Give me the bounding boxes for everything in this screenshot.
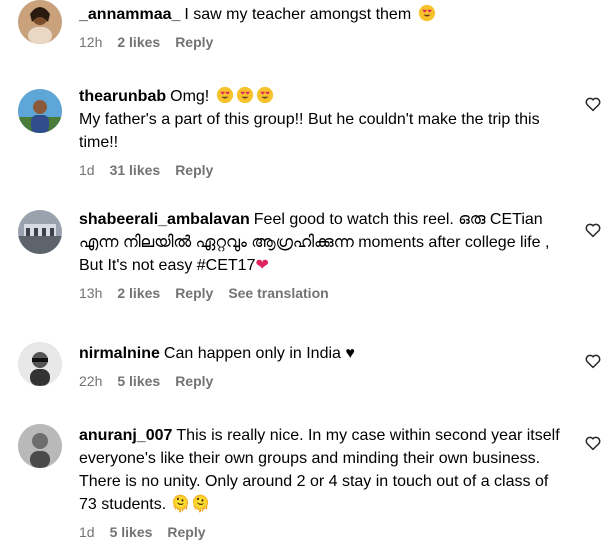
reply-button[interactable]: Reply — [175, 34, 213, 50]
comment-likes[interactable]: 2 likes — [117, 34, 160, 50]
comment-meta: 22h 5 likes Reply — [79, 373, 561, 389]
comment-content: anuranj_007 This is really nice. In my ca… — [79, 424, 561, 540]
reply-button[interactable]: Reply — [167, 524, 205, 540]
comment-content: thearunbab Omg! My father's a part of thi… — [79, 85, 561, 178]
comment-content: nirmalnine Can happen only in India ♥ 22h… — [79, 342, 561, 389]
comment-likes[interactable]: 5 likes — [117, 373, 160, 389]
comment-meta: 1d 31 likes Reply — [79, 162, 561, 178]
comment-likes[interactable]: 2 likes — [117, 285, 160, 301]
heart-eyes-emoji-icon — [216, 86, 233, 104]
comment-time: 13h — [79, 285, 103, 301]
comment-username[interactable]: _annammaa_ — [79, 6, 180, 23]
comment-username[interactable]: anuranj_007 — [79, 427, 172, 444]
comment-text: nirmalnine Can happen only in India ♥ — [79, 342, 561, 365]
see-translation-button[interactable]: See translation — [228, 285, 328, 301]
red-heart-emoji-icon: ❤ — [255, 257, 269, 274]
heart-eyes-emoji-icon — [236, 86, 253, 104]
avatar[interactable] — [18, 342, 62, 386]
comment-time: 12h — [79, 34, 103, 50]
comment-username[interactable]: shabeerali_ambalavan — [79, 211, 250, 228]
avatar[interactable] — [18, 89, 62, 133]
comment-content: shabeerali_ambalavan Feel good to watch t… — [79, 208, 561, 301]
comment-meta: 13h 2 likes Reply See translation — [79, 285, 561, 301]
comment-body: Can happen only in India — [163, 345, 341, 362]
comment-body: I saw my teacher amongst them — [184, 6, 412, 23]
heart-outline-icon[interactable] — [584, 352, 602, 370]
reply-button[interactable]: Reply — [175, 285, 213, 301]
comment-body-continued: My father's a part of this group!! But h… — [79, 111, 540, 151]
comment-content: _annammaa_ I saw my teacher amongst them … — [79, 3, 561, 50]
comment-meta: 12h 2 likes Reply — [79, 34, 561, 50]
reply-button[interactable]: Reply — [175, 162, 213, 178]
comment-text: thearunbab Omg! My father's a part of thi… — [79, 85, 561, 154]
heart-eyes-emoji-icon — [256, 86, 273, 104]
comment-time: 1d — [79, 524, 95, 540]
avatar[interactable] — [18, 0, 62, 44]
avatar[interactable] — [18, 424, 62, 468]
comment-likes[interactable]: 5 likes — [110, 524, 153, 540]
comment-text: anuranj_007 This is really nice. In my ca… — [79, 424, 561, 516]
comment-likes[interactable]: 31 likes — [110, 162, 161, 178]
comment-time: 22h — [79, 373, 103, 389]
heart-eyes-emoji-icon — [418, 4, 435, 22]
comment-body: Omg! — [170, 88, 210, 105]
comment-time: 1d — [79, 162, 95, 178]
avatar[interactable] — [18, 210, 62, 254]
heart-outline-icon[interactable] — [584, 95, 602, 113]
comment-username[interactable]: nirmalnine — [79, 345, 160, 362]
black-heart-icon: ♥ — [345, 345, 355, 362]
comment-text: shabeerali_ambalavan Feel good to watch t… — [79, 208, 561, 277]
heart-outline-icon[interactable] — [584, 434, 602, 452]
comment-text: _annammaa_ I saw my teacher amongst them — [79, 3, 561, 26]
comment-meta: 1d 5 likes Reply — [79, 524, 561, 540]
comment-username[interactable]: thearunbab — [79, 88, 166, 105]
heart-outline-icon[interactable] — [584, 221, 602, 239]
reply-button[interactable]: Reply — [175, 373, 213, 389]
